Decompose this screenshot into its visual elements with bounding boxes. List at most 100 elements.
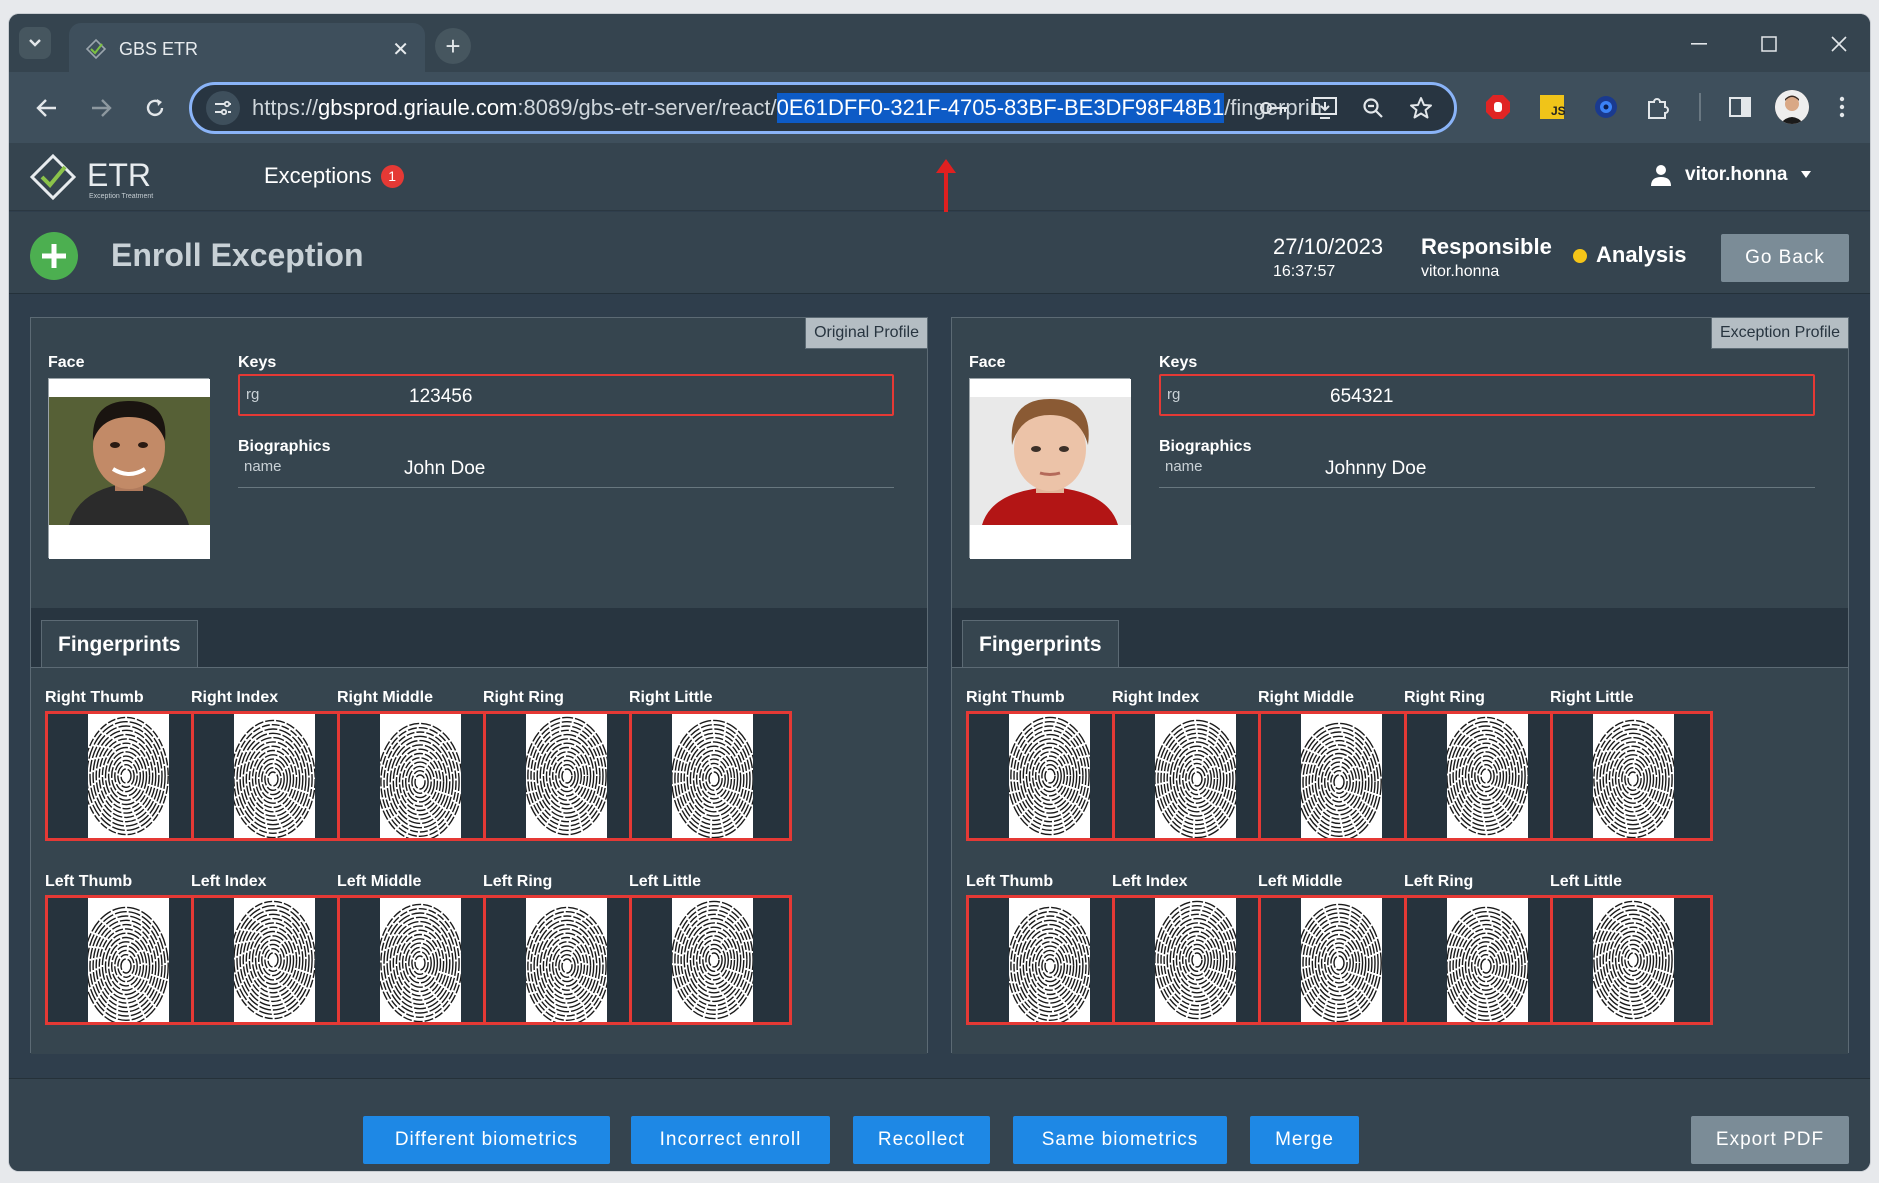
- profile-avatar[interactable]: [1775, 90, 1809, 124]
- fingerprint-cell[interactable]: Right Middle: [337, 689, 500, 841]
- fingerprint-image[interactable]: [1404, 895, 1567, 1025]
- maximize-icon: [1761, 36, 1777, 52]
- tab-fingerprints[interactable]: Fingerprints: [41, 620, 198, 668]
- fingerprint-image[interactable]: [966, 711, 1129, 841]
- fingerprint-cell[interactable]: Left Index: [1112, 873, 1275, 1025]
- fingerprint-image[interactable]: [966, 895, 1129, 1025]
- fingerprint-cell[interactable]: Right Ring: [483, 689, 646, 841]
- zoom-icon[interactable]: [1357, 92, 1389, 124]
- fingerprint-image[interactable]: [483, 711, 646, 841]
- site-info-icon[interactable]: [206, 91, 240, 125]
- fingerprint-cell[interactable]: Right Thumb: [45, 689, 208, 841]
- finger-label: Left Middle: [337, 873, 422, 890]
- tab-search-button[interactable]: [19, 27, 51, 59]
- fingerprint-cell[interactable]: Right Middle: [1258, 689, 1421, 841]
- fingerprint-cell[interactable]: Left Middle: [337, 873, 500, 1025]
- fingerprint-cell[interactable]: Right Index: [1112, 689, 1275, 841]
- close-icon: [1831, 36, 1847, 52]
- fingerprint-cell[interactable]: Left Little: [629, 873, 792, 1025]
- tab-fingerprints[interactable]: Fingerprints: [962, 620, 1119, 668]
- different-biometrics-button[interactable]: Different biometrics: [363, 1116, 610, 1164]
- fingerprint-cell[interactable]: Right Little: [1550, 689, 1713, 841]
- extension-target-icon[interactable]: [1589, 90, 1623, 124]
- recollect-button[interactable]: Recollect: [853, 1116, 990, 1164]
- finger-label: Left Ring: [1404, 873, 1474, 890]
- install-app-icon[interactable]: [1309, 92, 1341, 124]
- add-icon[interactable]: [30, 232, 78, 280]
- fingerprint-cell[interactable]: Right Index: [191, 689, 354, 841]
- browser-tab[interactable]: GBS ETR ✕: [69, 23, 425, 75]
- side-panel-icon[interactable]: [1723, 90, 1757, 124]
- extension-js-icon[interactable]: JS: [1535, 90, 1569, 124]
- finger-label: Left Ring: [483, 873, 553, 890]
- fingerprint-cell[interactable]: Left Thumb: [966, 873, 1129, 1025]
- fingerprint-image[interactable]: [1550, 895, 1713, 1025]
- password-key-icon[interactable]: [1257, 92, 1291, 124]
- fingerprint-image[interactable]: [337, 895, 500, 1025]
- user-menu[interactable]: vitor.honna: [1649, 163, 1812, 187]
- fingerprint-cell[interactable]: Left Index: [191, 873, 354, 1025]
- fingerprint-cell[interactable]: Left Thumb: [45, 873, 208, 1025]
- fingerprint-scan: [88, 898, 169, 1022]
- fingerprint-scan: [1447, 714, 1528, 838]
- fingerprint-image[interactable]: [1112, 895, 1275, 1025]
- close-tab-icon[interactable]: ✕: [392, 37, 409, 62]
- fingerprint-cell[interactable]: Right Ring: [1404, 689, 1567, 841]
- fingerprint-cell[interactable]: Right Thumb: [966, 689, 1129, 841]
- finger-label: Left Thumb: [45, 873, 133, 890]
- fingerprint-cell[interactable]: Left Ring: [1404, 873, 1567, 1025]
- extension-adblock-icon[interactable]: [1481, 90, 1515, 124]
- fingerprint-scan: [672, 714, 753, 838]
- fingerprint-image[interactable]: [1550, 711, 1713, 841]
- fingerprint-image[interactable]: [191, 711, 354, 841]
- fingerprint-image[interactable]: [1258, 711, 1421, 841]
- fingerprint-image[interactable]: [483, 895, 646, 1025]
- etr-logo[interactable]: ETR Exception Treatment: [29, 153, 159, 203]
- go-back-button[interactable]: Go Back: [1721, 234, 1849, 282]
- browser-menu-icon[interactable]: [1827, 90, 1857, 124]
- back-button[interactable]: [27, 88, 67, 128]
- arrow-left-icon: [36, 99, 56, 117]
- fingerprint-scan: [526, 714, 607, 838]
- arrow-right-icon: [92, 99, 112, 117]
- fingerprint-image[interactable]: [191, 895, 354, 1025]
- extensions-puzzle-icon[interactable]: [1641, 90, 1675, 124]
- fingerprint-scan: [526, 898, 607, 1022]
- finger-label: Right Thumb: [45, 689, 144, 706]
- fingerprint-image[interactable]: [45, 895, 208, 1025]
- finger-label: Right Index: [1112, 689, 1200, 706]
- finger-label: Right Middle: [1258, 689, 1354, 706]
- fingerprint-image[interactable]: [45, 711, 208, 841]
- fingerprint-image[interactable]: [337, 711, 500, 841]
- minimize-button[interactable]: [1679, 32, 1719, 56]
- url-path: :8089/gbs-etr-server/react/: [517, 95, 777, 120]
- forward-button[interactable]: [81, 88, 121, 128]
- close-window-button[interactable]: [1819, 32, 1859, 56]
- fingerprint-cell[interactable]: Left Ring: [483, 873, 646, 1025]
- incorrect-enroll-button[interactable]: Incorrect enroll: [631, 1116, 830, 1164]
- fingerprint-cell[interactable]: Left Middle: [1258, 873, 1421, 1025]
- fingerprint-cell[interactable]: Right Little: [629, 689, 792, 841]
- fingerprint-image[interactable]: [1404, 711, 1567, 841]
- fingerprint-image[interactable]: [629, 711, 792, 841]
- nav-exceptions[interactable]: Exceptions 1: [264, 163, 404, 189]
- merge-button[interactable]: Merge: [1250, 1116, 1359, 1164]
- reload-button[interactable]: [135, 88, 175, 128]
- face-photo: [48, 378, 210, 559]
- same-biometrics-button[interactable]: Same biometrics: [1013, 1116, 1227, 1164]
- fingerprint-scan: [88, 714, 169, 838]
- fingerprint-cell[interactable]: Left Little: [1550, 873, 1713, 1025]
- fingerprint-image[interactable]: [629, 895, 792, 1025]
- bio-field-name: name: [1165, 458, 1203, 475]
- new-tab-button[interactable]: +: [435, 28, 471, 64]
- person-icon: [1651, 165, 1671, 186]
- biographics-label: Biographics: [1159, 438, 1252, 455]
- finger-label: Right Little: [629, 689, 713, 706]
- biographic-name-row: name John Doe: [238, 458, 894, 488]
- maximize-button[interactable]: [1749, 32, 1789, 56]
- fingerprint-image[interactable]: [1112, 711, 1275, 841]
- fingerprint-image[interactable]: [1258, 895, 1421, 1025]
- export-pdf-button[interactable]: Export PDF: [1691, 1116, 1849, 1164]
- bookmark-star-icon[interactable]: [1405, 92, 1437, 124]
- fingerprint-scan: [672, 898, 753, 1022]
